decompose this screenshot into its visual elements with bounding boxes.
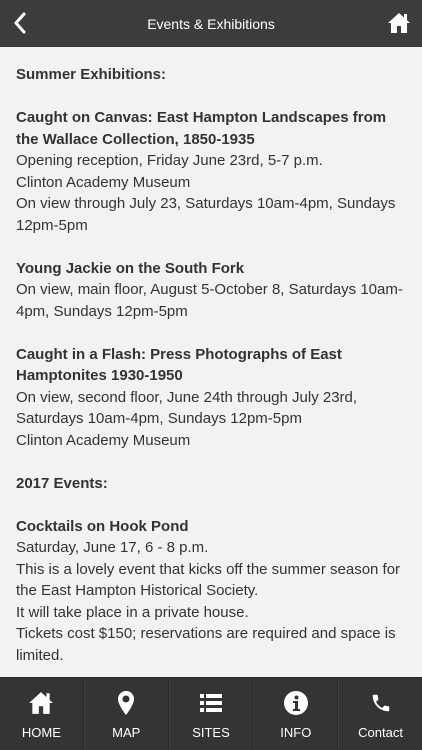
event-detail: This is a lovely event that kicks off th… <box>16 560 401 600</box>
summer-exhibitions-heading: Summer Exhibitions: <box>16 66 167 83</box>
page-title: Events & Exhibitions <box>147 15 275 32</box>
exhibition-detail: Opening reception, Friday June 23rd, 5-7… <box>16 152 323 169</box>
tab-label: SITES <box>192 725 230 740</box>
home-icon <box>29 692 54 714</box>
tab-label: Contact <box>358 725 403 740</box>
tab-sites[interactable]: SITES <box>168 678 254 750</box>
exhibition-title: Caught in a Flash: Press Photographs of … <box>16 345 342 385</box>
home-icon <box>388 13 410 33</box>
home-button[interactable] <box>386 10 412 36</box>
info-icon <box>283 691 308 715</box>
exhibition-detail: Clinton Academy Museum <box>16 431 191 449</box>
event-detail: Tickets cost $150; reservations are requ… <box>16 625 396 664</box>
tab-map[interactable]: MAP <box>83 678 169 750</box>
event-title: Cocktails on Hook Pond <box>16 517 189 535</box>
exhibition-detail: On view, second floor, June 24th through… <box>16 388 358 428</box>
map-pin-icon <box>118 691 135 715</box>
exhibition-detail: Clinton Academy Museum <box>16 173 191 191</box>
tab-label: INFO <box>280 725 312 740</box>
content-area[interactable]: Summer Exhibitions: Caught on Canvas: Ea… <box>0 47 422 677</box>
header-bar: Events & Exhibitions <box>0 0 422 47</box>
list-icon <box>199 694 222 712</box>
tab-label: MAP <box>112 725 141 740</box>
exhibition-detail: On view, main floor, August 5-October 8,… <box>16 281 403 320</box>
back-button[interactable] <box>8 9 32 37</box>
event-detail: It will take place in a private house. <box>16 603 249 621</box>
tab-home[interactable]: HOME <box>0 678 84 750</box>
events-heading: 2017 Events: <box>16 474 108 492</box>
exhibition-title: Young Jackie on the South Fork <box>16 259 245 277</box>
phone-icon <box>372 694 389 712</box>
tab-label: HOME <box>21 725 61 740</box>
exhibition-title: Caught on Canvas: East Hampton Landscape… <box>16 109 387 148</box>
tab-contact[interactable]: Contact <box>338 678 422 750</box>
chevron-left-icon <box>14 12 26 34</box>
tab-info[interactable]: INFO <box>253 678 339 750</box>
event-detail: Saturday, June 17, 6 - 8 p.m. <box>16 539 209 556</box>
bottom-tab-bar: HOME MAP SITES INFO Contact <box>0 677 422 750</box>
exhibition-detail: On view through July 23, Saturdays 10am-… <box>16 195 396 234</box>
